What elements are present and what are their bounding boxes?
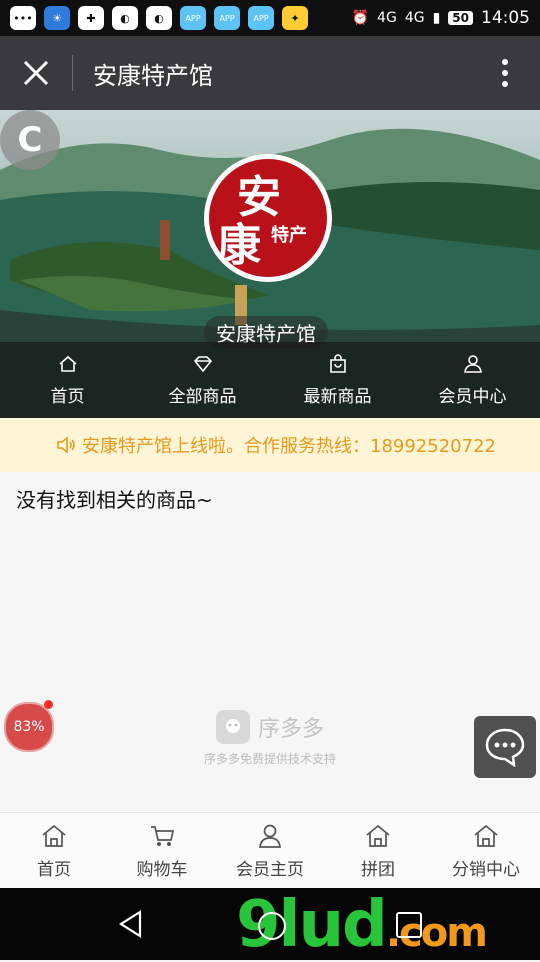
app-store-icon: APP (180, 6, 206, 30)
tab-label: 购物车 (136, 859, 188, 880)
status-system-icons: ⏰ 4G 4G ▮ 50 14:05 (352, 8, 530, 28)
store-nav-all-products[interactable]: 全部商品 (135, 342, 270, 418)
home-icon (474, 824, 498, 847)
notice-text: 安康特产馆上线啦。合作服务热线：18992520722 (82, 436, 496, 457)
browser-icon: ◐ (112, 6, 138, 30)
close-button[interactable] (0, 36, 72, 110)
store-nav-label: 最新商品 (303, 386, 372, 407)
battery-level: 50 (448, 11, 473, 25)
store-nav-label: 首页 (50, 386, 85, 407)
network-label-2: 4G (404, 10, 425, 26)
more-menu-button[interactable] (470, 36, 540, 110)
back-icon[interactable] (118, 910, 144, 938)
store-nav-member-center[interactable]: 会员中心 (405, 342, 540, 418)
brand-name: 序多多 (257, 717, 324, 742)
tech-support-footer: 序多多 序多多免费提供技术支持 (0, 710, 540, 767)
diamond-icon (193, 355, 212, 372)
close-icon (23, 60, 49, 86)
tab-group-buy[interactable]: 拼团 (324, 813, 432, 889)
tab-label: 分销中心 (452, 859, 520, 880)
title-bar: 安康特产馆 (0, 36, 540, 110)
logo-subtitle: 特产 (271, 225, 307, 246)
store-nav-label: 会员中心 (438, 386, 507, 407)
store-logo-seal: 安 康 特产 (209, 159, 327, 277)
app-store-icon-3: APP (248, 6, 274, 30)
store-banner: C 安 康 特产 安康特产馆 首页 全部商品 最新商品 会员中心 (0, 110, 540, 418)
speaker-icon (57, 436, 75, 454)
notice-bar[interactable]: 安康特产馆上线啦。合作服务热线：18992520722 (0, 418, 540, 472)
store-nav-new-products[interactable]: 最新商品 (270, 342, 405, 418)
tab-label: 拼团 (361, 859, 395, 880)
empty-state-message: 没有找到相关的商品~ (16, 488, 213, 512)
bag-icon (329, 353, 346, 373)
user-icon (463, 354, 482, 373)
brand-subtitle: 序多多免费提供技术支持 (203, 752, 336, 766)
status-notification-icons: ••• ☀ ✚ ◐ ◐ APP APP APP ✦ (10, 6, 308, 30)
clock: 14:05 (481, 8, 530, 28)
system-navigation-bar: 9lud.com (0, 888, 540, 962)
store-nav: 首页 全部商品 最新商品 会员中心 (0, 342, 540, 418)
recent-apps-button[interactable] (396, 912, 422, 938)
customer-service-button[interactable] (474, 716, 536, 778)
title-divider (72, 55, 73, 91)
tab-label: 首页 (37, 859, 71, 880)
more-vertical-icon (502, 59, 508, 87)
bottom-tab-bar: 首页 购物车 会员主页 拼团 分销中心 (0, 812, 540, 889)
product-list-area: 没有找到相关的商品~ 83% 序多多 序多多免费提供技术支持 (0, 472, 540, 812)
store-nav-home[interactable]: 首页 (0, 342, 135, 418)
brand-logo-icon (215, 710, 250, 744)
corner-badge[interactable]: C (0, 110, 60, 170)
chat-bubble-icon (485, 728, 525, 767)
game-icon: ✚ (78, 6, 104, 30)
home-icon (58, 355, 77, 372)
gift-icon: ✦ (282, 6, 308, 30)
store-nav-label: 全部商品 (168, 386, 237, 407)
status-bar: ••• ☀ ✚ ◐ ◐ APP APP APP ✦ ⏰ 4G 4G ▮ 50 1… (0, 0, 540, 36)
chat-notification-icon: ••• (10, 6, 36, 30)
brand-row: 序多多 (0, 710, 540, 744)
tab-label: 会员主页 (236, 859, 304, 880)
alarm-icon: ⏰ (351, 10, 370, 26)
user-icon (259, 824, 281, 848)
home-icon (366, 824, 390, 847)
store-logo: 安 康 特产 (204, 154, 332, 282)
cart-icon (151, 825, 175, 846)
weather-icon: ☀ (44, 6, 70, 30)
home-button[interactable] (258, 912, 286, 940)
tab-distribution-center[interactable]: 分销中心 (432, 813, 540, 889)
tab-member-home[interactable]: 会员主页 (216, 813, 324, 889)
logo-char-2: 康 (217, 220, 261, 271)
home-icon (42, 824, 66, 847)
app-store-icon-2: APP (214, 6, 240, 30)
notification-dot (44, 700, 53, 709)
tab-cart[interactable]: 购物车 (108, 813, 216, 889)
network-label-1: 4G (377, 10, 397, 26)
page-title: 安康特产馆 (93, 61, 213, 90)
browser-icon-2: ◐ (146, 6, 172, 30)
signal-icon: ▮ (432, 10, 441, 26)
tab-home[interactable]: 首页 (0, 813, 108, 889)
